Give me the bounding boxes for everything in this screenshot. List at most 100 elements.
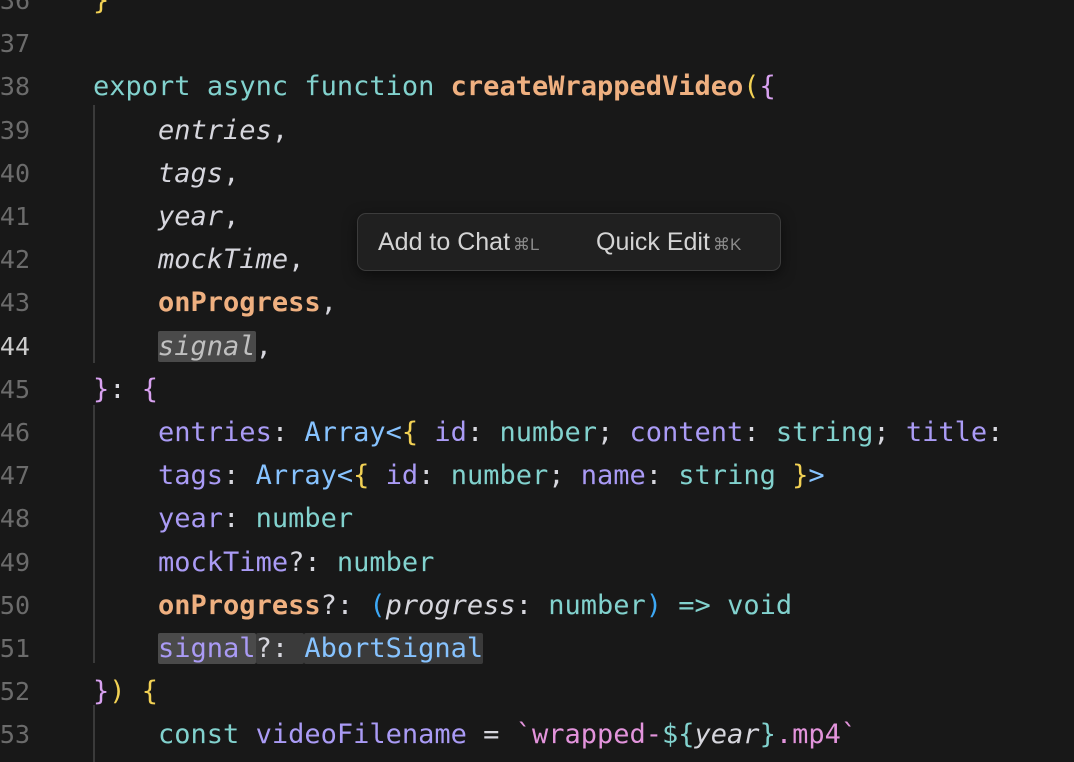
code-token: videoFilename bbox=[255, 719, 467, 751]
code-token: signal bbox=[158, 633, 256, 664]
code-token: string bbox=[775, 417, 874, 448]
code-token: } bbox=[93, 373, 110, 405]
code-token: AbortSignal bbox=[304, 633, 484, 664]
line-number: 48 bbox=[0, 504, 30, 534]
code-token: onProgress bbox=[158, 287, 321, 319]
code-token: = bbox=[483, 719, 500, 751]
code-token: : bbox=[109, 373, 142, 405]
line-number: 38 bbox=[0, 72, 30, 102]
code-token: ) bbox=[109, 676, 126, 708]
code-token: ?: bbox=[288, 546, 337, 578]
code-token: , bbox=[255, 330, 272, 362]
line-number: 49 bbox=[0, 547, 30, 577]
code-token: : bbox=[223, 460, 256, 492]
code-token: number bbox=[548, 589, 646, 621]
code-line[interactable]: 53 const videoFilename = `wrapped-${year… bbox=[0, 713, 1074, 756]
code-line[interactable]: 50 onProgress?: (progress: number) => vo… bbox=[0, 584, 1074, 627]
code-token: `wrapped- bbox=[515, 719, 663, 751]
line-number: 43 bbox=[0, 288, 30, 318]
line-code: }: { bbox=[93, 368, 158, 411]
quick-edit-button[interactable]: Quick Edit ⌘K bbox=[596, 226, 741, 258]
code-token: { bbox=[353, 460, 370, 492]
code-token: number bbox=[499, 417, 597, 448]
add-to-chat-button[interactable]: Add to Chat ⌘L bbox=[378, 226, 540, 258]
code-token: void bbox=[727, 589, 793, 621]
code-line[interactable]: 44 signal, bbox=[0, 325, 1074, 368]
line-code: } bbox=[93, 0, 109, 22]
code-token: : bbox=[271, 417, 305, 448]
code-token: Array bbox=[304, 417, 386, 448]
code-token: , bbox=[320, 287, 337, 319]
line-code: mockTime, bbox=[93, 238, 304, 281]
code-token: } bbox=[792, 460, 809, 492]
line-code: mockTime?: number bbox=[93, 541, 434, 584]
code-editor[interactable]: 36} 37 38 export async function createWrapp… bbox=[0, 0, 1074, 762]
code-line[interactable]: 38 export async function createWrappedVid… bbox=[0, 65, 1074, 108]
code-line[interactable]: 37 bbox=[0, 22, 1074, 65]
line-number: 51 bbox=[0, 634, 30, 663]
code-token: } bbox=[759, 719, 776, 751]
code-token: ; bbox=[873, 417, 906, 448]
code-line[interactable]: 36} bbox=[0, 0, 1074, 22]
code-token: : bbox=[418, 460, 451, 492]
code-line[interactable]: 45}: { bbox=[0, 368, 1074, 411]
code-line[interactable]: 47 tags: Array<{ id: number; name: strin… bbox=[0, 454, 1074, 497]
code-token: > bbox=[808, 460, 825, 492]
line-number: 39 bbox=[0, 115, 30, 145]
code-token: id bbox=[434, 417, 467, 448]
code-token: content bbox=[629, 417, 744, 448]
code-token: year bbox=[158, 201, 224, 232]
code-token: title bbox=[905, 417, 988, 448]
line-number: 53 bbox=[0, 720, 30, 750]
line-code: entries, bbox=[93, 109, 288, 152]
code-token: { bbox=[141, 676, 159, 708]
line-code: export async function createWrappedVideo… bbox=[93, 65, 776, 108]
line-code: year: number bbox=[93, 497, 353, 540]
add-to-chat-label: Add to Chat bbox=[378, 228, 511, 256]
code-line[interactable]: 39 entries, bbox=[0, 109, 1074, 152]
code-token: } bbox=[93, 0, 110, 16]
code-token: ; bbox=[548, 460, 581, 492]
line-number: 47 bbox=[0, 461, 30, 491]
code-token: : bbox=[987, 417, 1004, 448]
code-token: string bbox=[678, 460, 776, 492]
code-token: ) bbox=[645, 589, 663, 621]
code-token: number bbox=[450, 460, 549, 492]
code-token: function bbox=[304, 71, 435, 103]
line-code: signal, bbox=[93, 325, 272, 368]
code-line[interactable]: 46 entries: Array<{ id: number; content:… bbox=[0, 411, 1074, 454]
code-line[interactable]: 51 signal?: AbortSignal bbox=[0, 627, 1074, 670]
line-code: const videoFilename = `wrapped-${year}.m… bbox=[93, 713, 857, 756]
code-line[interactable]: 43 onProgress, bbox=[0, 281, 1074, 324]
code-line[interactable]: 49 mockTime?: number bbox=[0, 541, 1074, 584]
code-token: entries bbox=[158, 417, 272, 448]
code-token: number bbox=[336, 546, 435, 578]
code-line[interactable]: 40 tags, bbox=[0, 152, 1074, 195]
line-number: 40 bbox=[0, 158, 30, 188]
code-token: => bbox=[678, 589, 711, 621]
code-token: ( bbox=[369, 589, 386, 621]
selection-action-popup: Add to Chat ⌘L Quick Edit ⌘K bbox=[357, 213, 781, 271]
code-line[interactable]: 52}) { bbox=[0, 670, 1074, 713]
code-line[interactable]: 48 year: number bbox=[0, 497, 1074, 540]
line-code: }) { bbox=[93, 670, 158, 713]
code-token: , bbox=[223, 201, 240, 232]
code-token: tags bbox=[158, 157, 224, 189]
code-token: mockTime bbox=[158, 244, 289, 276]
code-token: async bbox=[206, 71, 289, 103]
